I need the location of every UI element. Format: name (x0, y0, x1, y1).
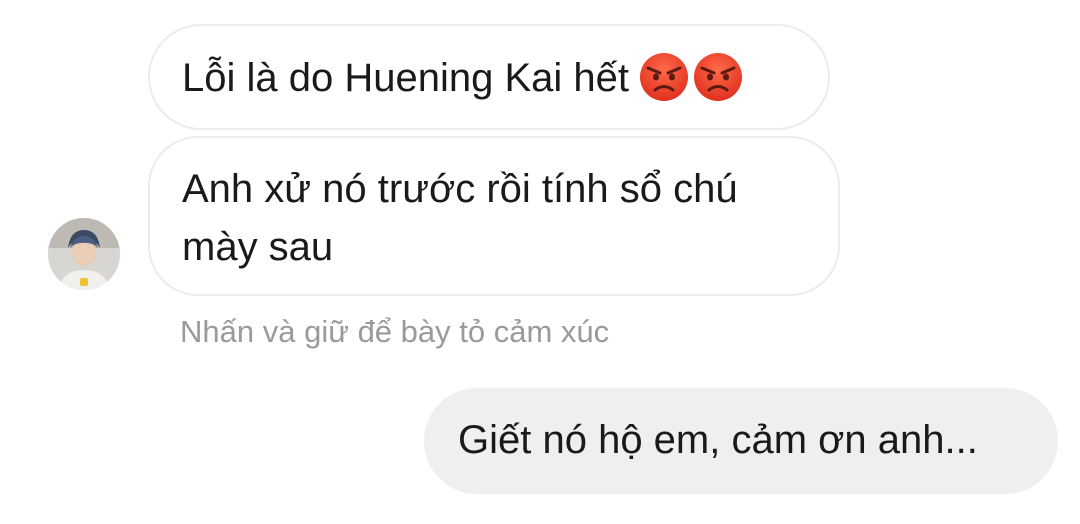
message-text: Anh xử nó trước rồi tính sổ chú mày sau (182, 167, 738, 269)
sender-avatar[interactable] (48, 218, 120, 290)
angry-face-emoji-icon (694, 53, 742, 102)
sent-message-bubble[interactable]: Giết nó hộ em, cảm ơn anh... (424, 388, 1058, 494)
message-text: Giết nó hộ em, cảm ơn anh... (458, 418, 978, 462)
received-message-bubble[interactable]: Lỗi là do Huening Kai hết (148, 24, 830, 130)
profile-photo-icon (48, 218, 120, 290)
message-text: Lỗi là do Huening Kai hết (182, 56, 629, 100)
angry-face-emoji-icon (640, 53, 688, 102)
received-message-bubble[interactable]: Anh xử nó trước rồi tính sổ chú mày sau (148, 136, 840, 296)
reaction-hint: Nhấn và giữ để bày tỏ cảm xúc (180, 314, 610, 349)
